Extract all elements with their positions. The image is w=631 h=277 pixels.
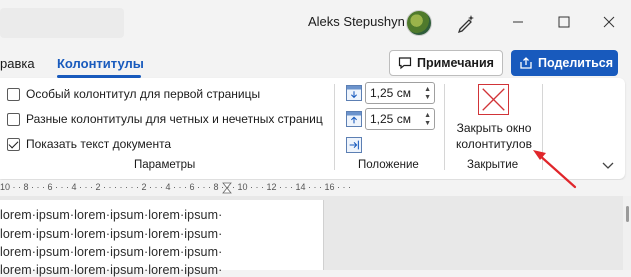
header-from-top-field[interactable]: 1,25 см ▲ ▼	[365, 82, 435, 104]
document-line: lorem·ipsum·lorem·ipsum·lorem·ipsum·	[0, 227, 223, 241]
spin-up-icon[interactable]: ▲	[424, 112, 431, 119]
different-odd-even-label: Разные колонтитулы для четных и нечетных…	[26, 112, 323, 126]
close-header-footer-button[interactable]: Закрыть окно колонтитулов	[446, 120, 542, 152]
footer-position-icon	[346, 111, 362, 127]
spin-down-icon[interactable]: ▼	[424, 94, 431, 101]
chevron-down-icon[interactable]	[602, 160, 614, 170]
scrollbar-thumb[interactable]	[626, 206, 629, 222]
close-button-line1: Закрыть окно	[456, 121, 532, 135]
ribbon-tabs: равка Колонтитулы Примечания Поделиться	[0, 44, 631, 78]
comment-icon	[398, 57, 412, 70]
different-first-page-option[interactable]: Особый колонтитул для первой страницы	[7, 86, 260, 102]
minimize-icon[interactable]	[506, 12, 530, 32]
different-odd-even-option[interactable]: Разные колонтитулы для четных и нечетных…	[7, 111, 323, 127]
document-line: lorem·ipsum·lorem·ipsum·lorem·ipsum·	[0, 263, 223, 277]
footer-from-bottom-field[interactable]: 1,25 см ▲ ▼	[365, 108, 435, 130]
footer-from-bottom-value: 1,25 см	[370, 112, 411, 126]
show-document-text-label: Показать текст документа	[26, 137, 172, 151]
document-area: lorem·ipsum·lorem·ipsum·lorem·ipsum· lor…	[0, 196, 631, 277]
document-page[interactable]: lorem·ipsum·lorem·ipsum·lorem·ipsum· lor…	[0, 200, 324, 277]
different-first-page-checkbox[interactable]	[7, 87, 20, 101]
restore-icon[interactable]	[552, 12, 576, 32]
share-label: Поделиться	[538, 56, 614, 70]
position-group-label: Положение	[358, 159, 419, 171]
pen-sparkle-icon[interactable]	[455, 12, 477, 34]
avatar[interactable]	[406, 10, 432, 36]
close-header-footer-icon[interactable]	[478, 84, 509, 115]
different-first-page-label: Особый колонтитул для первой страницы	[26, 87, 261, 101]
share-button[interactable]: Поделиться	[511, 50, 618, 76]
group-separator	[334, 84, 335, 170]
comments-label: Примечания	[417, 56, 494, 70]
close-icon[interactable]	[597, 12, 621, 32]
spin-down-icon[interactable]: ▼	[424, 120, 431, 127]
group-separator	[444, 84, 445, 170]
document-line: lorem·ipsum·lorem·ipsum·lorem·ipsum·	[0, 245, 223, 259]
spin-up-icon[interactable]: ▲	[424, 86, 431, 93]
header-position-icon	[346, 85, 362, 101]
user-name[interactable]: Aleks Stepushyn	[308, 14, 405, 29]
group-separator	[542, 84, 543, 170]
tab-review[interactable]: равка	[0, 56, 35, 71]
insert-alignment-tab-icon[interactable]	[346, 137, 362, 153]
close-group-label: Закрытие	[467, 159, 519, 171]
ribbon-panel: Особый колонтитул для первой страницы Ра…	[0, 78, 625, 179]
show-document-text-option[interactable]: Показать текст документа	[7, 136, 171, 152]
document-line: lorem·ipsum·lorem·ipsum·lorem·ipsum·	[0, 208, 223, 222]
comments-button[interactable]: Примечания	[389, 50, 503, 76]
options-group-label: Параметры	[134, 159, 196, 171]
tab-header-footer[interactable]: Колонтитулы	[57, 56, 144, 71]
close-button-line2: колонтитулов	[456, 137, 532, 151]
show-document-text-checkbox[interactable]	[7, 137, 20, 151]
ruler-marks: 10 · · 8 · · · 6 · · · 4 · · · 2 · · · ·…	[0, 182, 351, 192]
title-bar: Aleks Stepushyn	[0, 0, 631, 44]
share-icon	[520, 57, 532, 69]
search-box[interactable]	[0, 8, 124, 38]
header-from-top-value: 1,25 см	[370, 86, 411, 100]
horizontal-ruler[interactable]: 10 · · 8 · · · 6 · · · 4 · · · 2 · · · ·…	[0, 180, 631, 196]
indent-marker-icon[interactable]	[222, 182, 232, 194]
different-odd-even-checkbox[interactable]	[7, 112, 20, 126]
